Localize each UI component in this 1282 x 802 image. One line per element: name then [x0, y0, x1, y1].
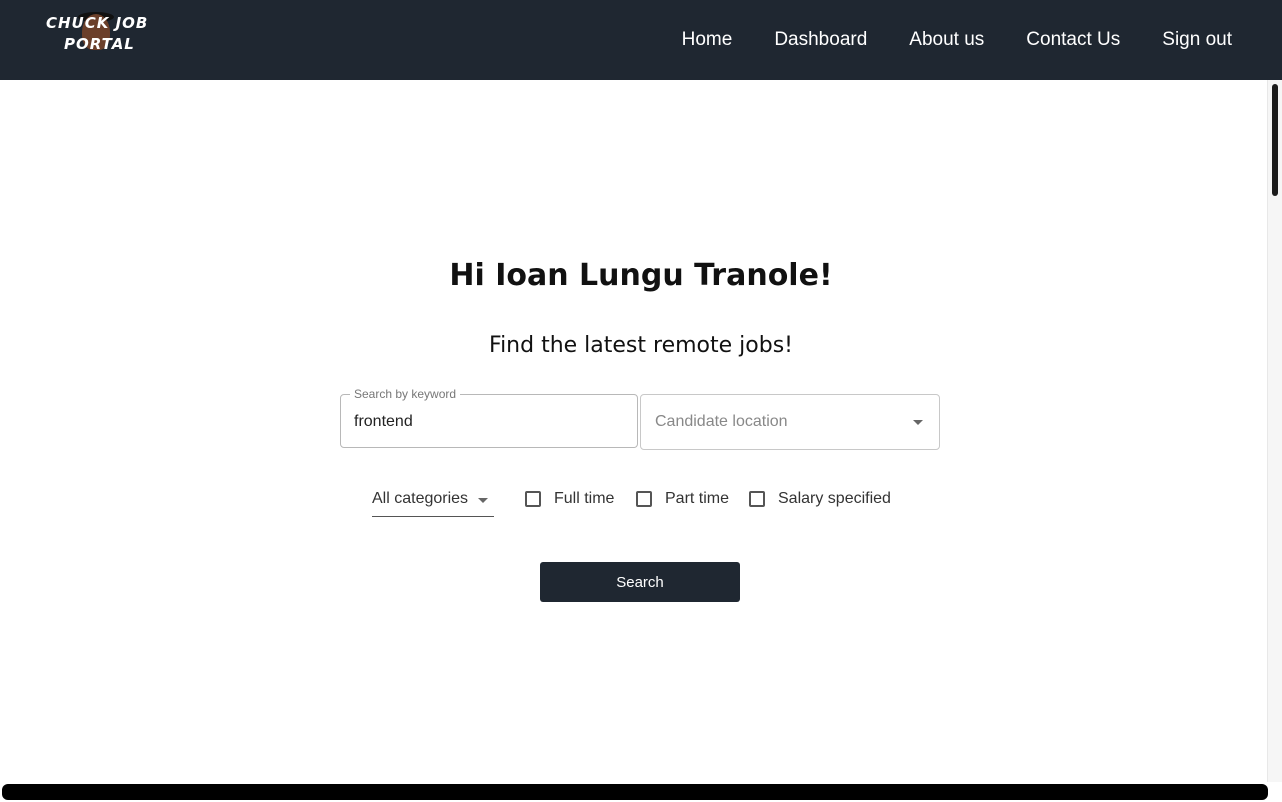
checkbox-label: Salary specified — [778, 490, 891, 507]
keyword-input[interactable] — [354, 409, 624, 435]
salary-specified-checkbox[interactable]: Salary specified — [749, 490, 891, 508]
part-time-checkbox[interactable]: Part time — [636, 490, 729, 508]
chevron-down-icon — [913, 420, 923, 425]
checkbox-box[interactable] — [525, 491, 541, 507]
chevron-down-icon — [478, 498, 488, 503]
checkbox-box[interactable] — [636, 491, 652, 507]
logo-text-line1: CHUCK JOB — [46, 14, 149, 32]
keyword-field[interactable]: Search by keyword — [340, 387, 638, 448]
category-selected-value: All categories — [372, 490, 469, 507]
logo-text-line2: PORTAL — [64, 35, 135, 53]
search-button[interactable]: Search — [540, 562, 740, 602]
nav-signout-link[interactable]: Sign out — [1162, 29, 1232, 51]
keyword-field-label: Search by keyword — [350, 387, 461, 401]
main-nav: Home Dashboard About us Contact Us Sign … — [682, 0, 1232, 80]
checkbox-box[interactable] — [749, 491, 765, 507]
greeting-heading: Hi Ioan Lungu Tranole! — [449, 258, 833, 293]
checkbox-label: Part time — [665, 490, 730, 507]
category-select[interactable]: All categories — [372, 482, 494, 517]
nav-contact-link[interactable]: Contact Us — [1026, 29, 1120, 51]
nav-home-link[interactable]: Home — [682, 29, 733, 51]
vertical-scrollbar-thumb[interactable] — [1272, 84, 1278, 196]
nav-dashboard-link[interactable]: Dashboard — [774, 29, 867, 51]
location-placeholder: Candidate location — [655, 413, 788, 430]
top-navbar: CHUCK JOB PORTAL Home Dashboard About us… — [0, 0, 1282, 80]
nav-about-link[interactable]: About us — [909, 29, 984, 51]
brand-logo[interactable]: CHUCK JOB PORTAL — [44, 10, 156, 58]
candidate-location-select[interactable]: Candidate location — [640, 394, 940, 450]
full-time-checkbox[interactable]: Full time — [525, 490, 614, 508]
horizontal-scrollbar[interactable] — [2, 784, 1268, 800]
checkbox-label: Full time — [554, 490, 615, 507]
page-subtitle: Find the latest remote jobs! — [489, 333, 793, 358]
